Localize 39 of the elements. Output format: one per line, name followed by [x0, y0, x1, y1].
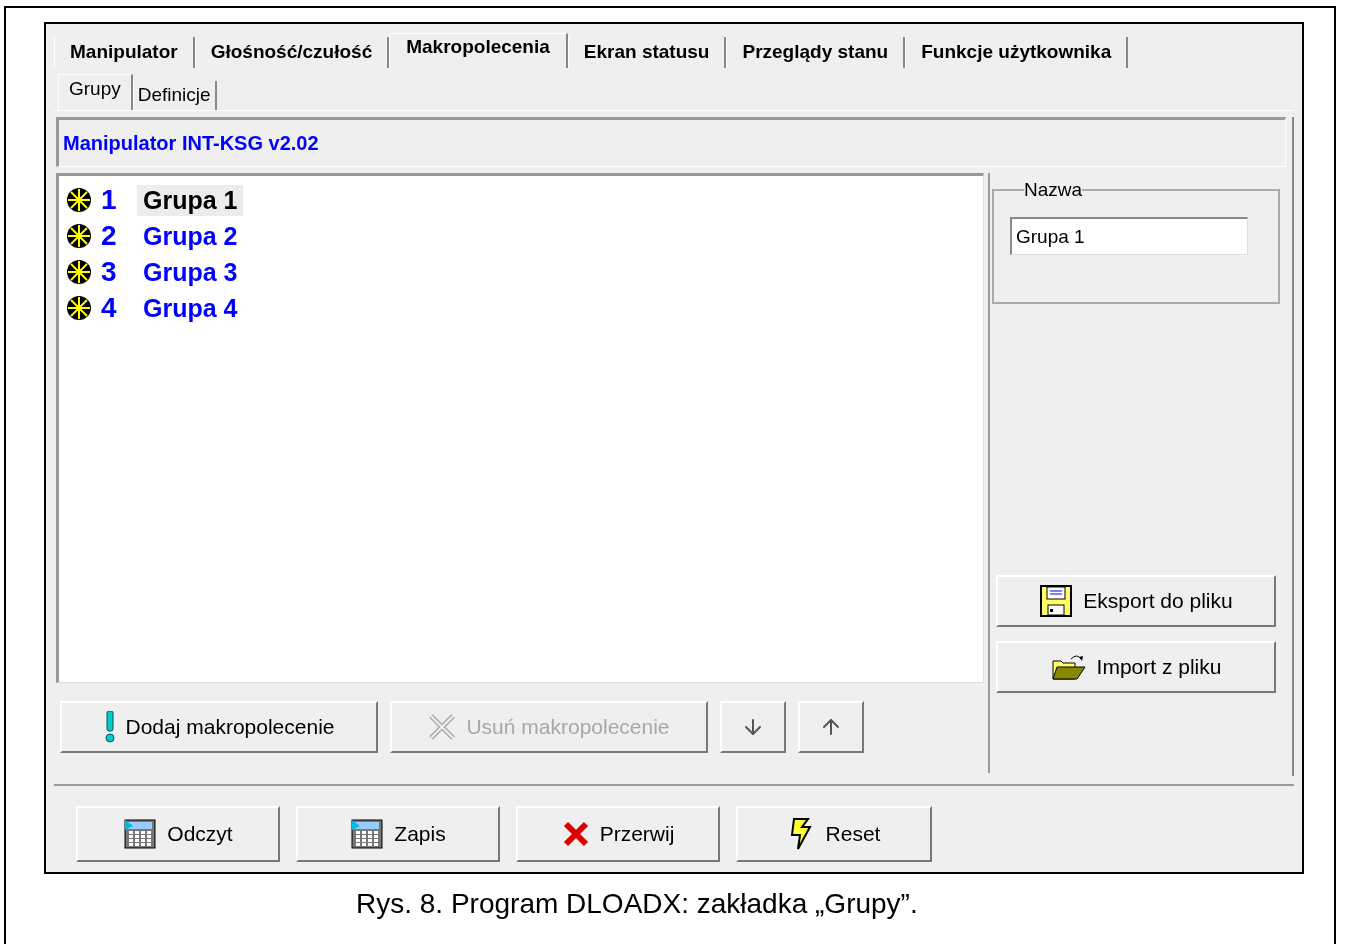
folder-icon [1050, 653, 1087, 681]
figure-caption: Rys. 8. Program DLOADX: zakładka „Grupy”. [356, 888, 918, 920]
file-button[interactable]: Import z pliku [996, 641, 1276, 693]
tab[interactable]: Makropolecenia [389, 33, 568, 68]
wheel-icon [65, 294, 93, 322]
group-number: 4 [101, 292, 118, 324]
move-button[interactable] [720, 701, 786, 753]
tab[interactable]: Manipulator [54, 37, 195, 68]
action-button[interactable]: Przerwij [516, 806, 720, 862]
exclamation-icon [103, 711, 116, 743]
group-item[interactable]: Grupa 1 [137, 184, 244, 216]
tab[interactable]: Definicje [132, 81, 217, 110]
keypad-icon [123, 818, 158, 850]
name-field[interactable]: Grupa 1 [1010, 217, 1248, 255]
tab[interactable]: Przeglądy stanu [726, 37, 906, 68]
tab[interactable]: Grupy [58, 74, 133, 110]
device-header: Manipulator INT-KSG v2.02 [56, 117, 1286, 167]
group-number: 1 [101, 184, 118, 216]
file-button[interactable]: Eksport do pliku [996, 575, 1276, 627]
group-number: 3 [101, 256, 118, 288]
wheel-icon [65, 222, 93, 250]
cross-icon [428, 713, 457, 741]
list-action-button[interactable]: Dodaj makropolecenie [60, 701, 378, 753]
move-button[interactable] [798, 701, 864, 753]
tab[interactable]: Głośność/czułość [194, 37, 390, 68]
action-button[interactable]: Reset [736, 806, 932, 862]
cross-icon [561, 820, 590, 848]
group-number: 2 [101, 220, 118, 252]
wheel-icon [65, 258, 93, 286]
group-item[interactable]: Grupa 2 [137, 220, 244, 252]
action-button[interactable]: Zapis [296, 806, 500, 862]
action-button[interactable]: Odczyt [76, 806, 280, 862]
tab[interactable]: Ekran statusu [567, 37, 727, 68]
group-item[interactable]: Grupa 3 [137, 256, 244, 288]
wheel-icon [65, 186, 93, 214]
keypad-icon [350, 818, 385, 850]
group-item[interactable]: Grupa 4 [137, 292, 244, 324]
field-label: Nazwa [1024, 179, 1083, 201]
tab[interactable]: Funkcje użytkownika [905, 37, 1129, 68]
